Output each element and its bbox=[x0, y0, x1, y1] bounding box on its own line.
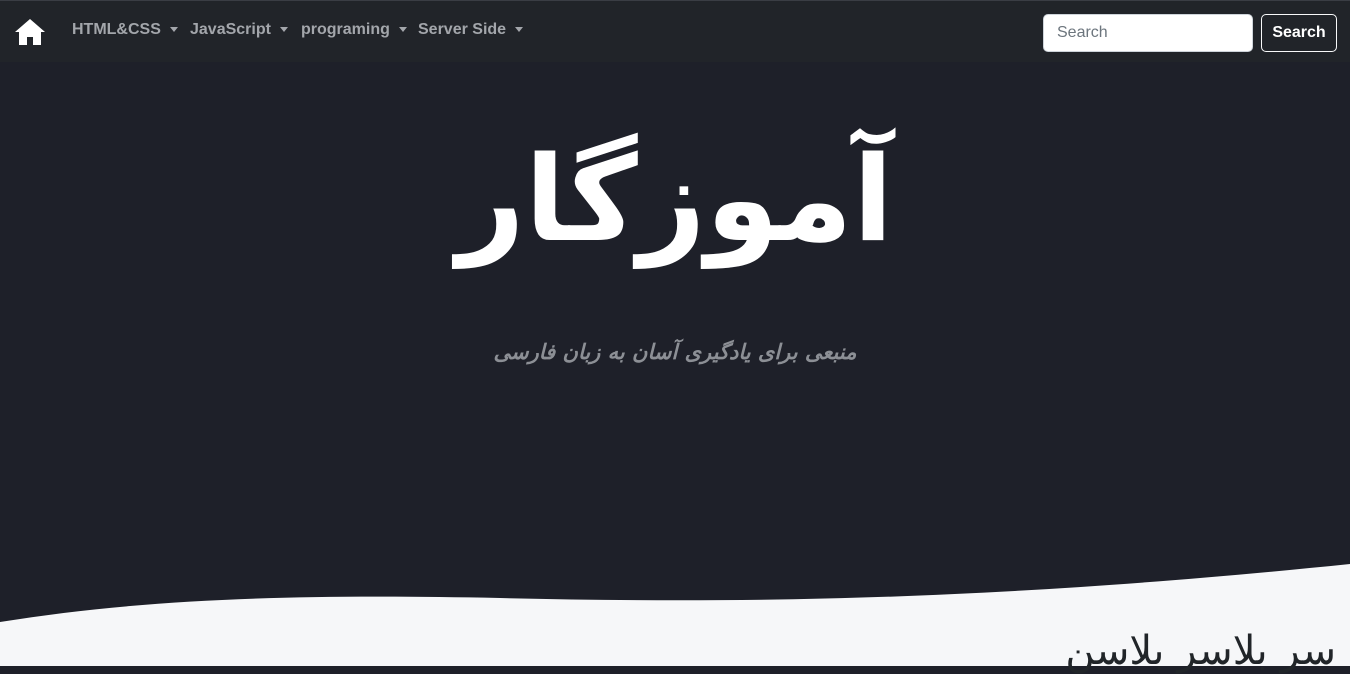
caret-down-icon bbox=[279, 26, 288, 32]
nav-dropdown-server-side[interactable]: Server Side bbox=[418, 21, 524, 39]
hero-title: آموزگار bbox=[456, 130, 894, 268]
nav-dropdown-programing[interactable]: programing bbox=[301, 21, 407, 39]
nav-item-label: Server Side bbox=[418, 21, 507, 38]
nav-item-label: programing bbox=[301, 21, 390, 38]
caret-down-icon bbox=[515, 26, 524, 32]
nav-item-label: HTML&CSS bbox=[72, 21, 161, 38]
caret-down-icon bbox=[169, 26, 178, 32]
nav-dropdown-javascript[interactable]: JavaScript bbox=[190, 21, 288, 39]
search-input[interactable] bbox=[1043, 14, 1253, 52]
nav-dropdown-html-css[interactable]: HTML&CSS bbox=[72, 21, 178, 39]
navbar: HTML&CSS JavaScript programing Server Si… bbox=[0, 0, 1350, 62]
hero-subtitle: منبعی برای یادگیری آسان به زبان فارسی bbox=[493, 340, 857, 364]
section-heading: سر بلاسر بلاسن bbox=[1065, 628, 1336, 674]
home-icon[interactable] bbox=[14, 18, 46, 46]
nav-item-label: JavaScript bbox=[190, 21, 271, 38]
caret-down-icon bbox=[398, 26, 407, 32]
search-button[interactable]: Search bbox=[1261, 14, 1337, 52]
